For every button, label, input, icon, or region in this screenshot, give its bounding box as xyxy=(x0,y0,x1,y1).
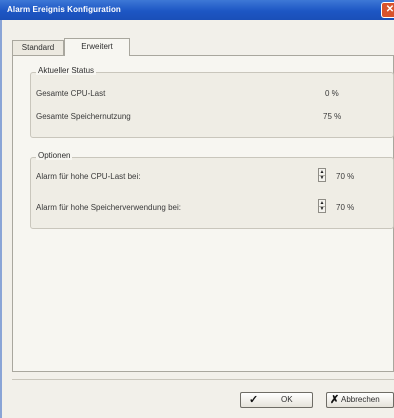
footer-divider xyxy=(12,379,394,380)
tab-standard[interactable]: Standard xyxy=(12,40,64,55)
ok-button[interactable]: ✓ OK xyxy=(240,392,313,408)
memory-alarm-spinner[interactable]: ▲ ▼ xyxy=(318,199,326,213)
cancel-button-label: Abbrechen xyxy=(341,395,380,404)
memory-alarm-value[interactable]: 70 % xyxy=(336,203,354,212)
spin-down-icon[interactable]: ▼ xyxy=(319,206,325,212)
cpu-load-label: Gesamte CPU-Last xyxy=(36,89,106,98)
title-bar[interactable]: Alarm Ereignis Konfiguration xyxy=(0,0,394,20)
options-group xyxy=(30,157,394,229)
window-title: Alarm Ereignis Konfiguration xyxy=(7,5,121,14)
cpu-alarm-spinner[interactable]: ▲ ▼ xyxy=(318,168,326,182)
status-group xyxy=(30,72,394,138)
spin-down-icon[interactable]: ▼ xyxy=(319,175,325,181)
cpu-load-value: 0 % xyxy=(325,89,339,98)
close-icon[interactable]: ✕ xyxy=(381,2,394,18)
status-group-legend: Aktueller Status xyxy=(36,66,97,75)
memory-usage-value: 75 % xyxy=(323,112,342,121)
cancel-button[interactable]: ✗ Abbrechen xyxy=(326,392,394,408)
checkmark-icon: ✓ xyxy=(249,394,259,406)
tab-erweitert[interactable]: Erweitert xyxy=(64,38,130,56)
memory-alarm-label: Alarm für hohe Speicherverwendung bei: xyxy=(36,203,181,212)
memory-usage-label: Gesamte Speichernutzung xyxy=(36,112,131,121)
cpu-alarm-label: Alarm für hohe CPU-Last bei: xyxy=(36,172,141,181)
window-frame xyxy=(0,20,2,418)
ok-button-label: OK xyxy=(281,395,293,404)
cpu-alarm-value[interactable]: 70 % xyxy=(336,172,354,181)
options-group-legend: Optionen xyxy=(36,151,73,160)
x-icon: ✗ xyxy=(330,394,340,406)
